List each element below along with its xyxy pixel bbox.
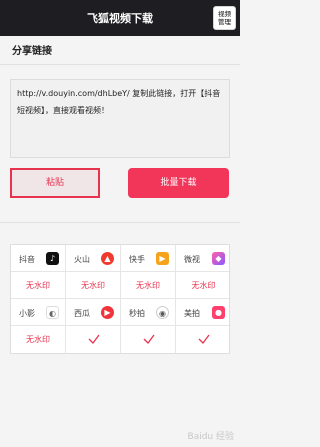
platform-name: 西瓜	[74, 309, 90, 318]
platform-name: 火山	[74, 255, 90, 264]
video-manage-label-line1: 视频	[218, 10, 231, 18]
platform-cell-meipai[interactable]: 美拍 ●	[176, 299, 231, 326]
share-link-input[interactable]: http://v.douyin.com/dhLbeY/ 复制此链接，打开【抖音短…	[10, 79, 230, 158]
section-divider-bottom	[0, 222, 240, 223]
watermark-status: 无水印	[11, 272, 66, 299]
weishi-icon: ◆	[212, 252, 225, 265]
supported-check	[66, 326, 121, 353]
supported-check	[176, 326, 231, 353]
platform-name: 秒拍	[129, 309, 145, 318]
platform-cell-kuaishou[interactable]: 快手 ▶	[121, 245, 176, 272]
baidu-jingyan-watermark: Baidu 经验	[187, 432, 234, 442]
section-divider	[0, 64, 240, 65]
check-icon	[198, 334, 210, 344]
platform-cell-weishi[interactable]: 微视 ◆	[176, 245, 231, 272]
platform-name: 抖音	[19, 255, 35, 264]
xigua-icon: ▶	[101, 306, 114, 319]
platform-name: 小影	[19, 309, 35, 318]
huoshan-icon: ▲	[101, 252, 114, 265]
video-manage-button[interactable]: 视频 管理	[213, 6, 236, 30]
check-icon	[88, 334, 100, 344]
xiaoying-icon: ◐	[46, 306, 59, 319]
watermark-status: 无水印	[121, 272, 176, 299]
watermark-status: 无水印	[66, 272, 121, 299]
share-link-title: 分享链接	[12, 46, 52, 57]
platform-name: 美拍	[184, 309, 200, 318]
platform-cell-douyin[interactable]: 抖音 ♪	[11, 245, 66, 272]
miaopai-icon: ◉	[156, 306, 169, 319]
video-manage-label-line2: 管理	[218, 18, 231, 26]
platform-cell-xigua[interactable]: 西瓜 ▶	[66, 299, 121, 326]
watermark-status: 无水印	[11, 326, 66, 353]
platform-name: 快手	[129, 255, 145, 264]
paste-button[interactable]: 粘贴	[10, 168, 100, 198]
douyin-icon: ♪	[46, 252, 59, 265]
platform-cell-huoshan[interactable]: 火山 ▲	[66, 245, 121, 272]
platform-cell-miaopai[interactable]: 秒拍 ◉	[121, 299, 176, 326]
meipai-icon: ●	[212, 306, 225, 319]
app-title: 飞狐视频下载	[87, 12, 153, 25]
check-icon	[143, 334, 155, 344]
platform-name: 微视	[184, 255, 200, 264]
supported-check	[121, 326, 176, 353]
batch-download-button[interactable]: 批量下载	[128, 168, 229, 198]
kuaishou-icon: ▶	[156, 252, 169, 265]
app-header: 飞狐视频下载 视频 管理	[0, 0, 240, 36]
platform-grid: 抖音 ♪ 火山 ▲ 快手 ▶ 微视 ◆ 无水印 无水印 无水印 无水印 小影 ◐…	[10, 244, 231, 354]
platform-cell-xiaoying[interactable]: 小影 ◐	[11, 299, 66, 326]
watermark-status: 无水印	[176, 272, 231, 299]
